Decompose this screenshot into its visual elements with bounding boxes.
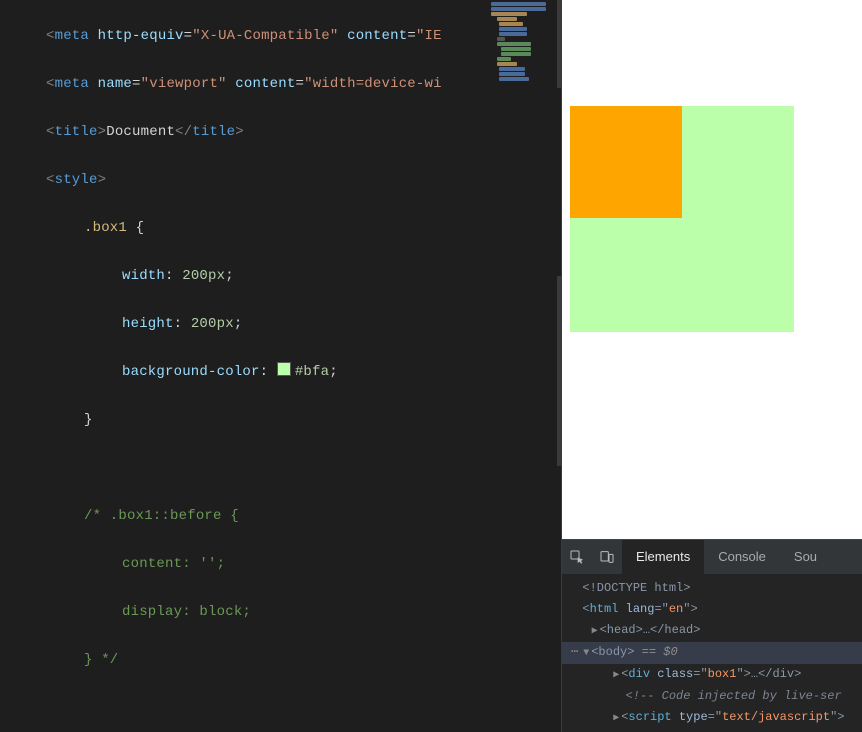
dom-head[interactable]: ▶<head>…</head> (562, 620, 862, 642)
preview-pane: Elements Console Sou <!DOCTYPE html> <ht… (561, 0, 862, 732)
expand-icon[interactable]: ▶ (611, 708, 621, 729)
dom-script[interactable]: ▶<script type="text/javascript"> (562, 707, 862, 729)
scroll-thumb[interactable] (557, 276, 561, 466)
code-line[interactable]: display: block; (12, 600, 561, 624)
expand-icon[interactable]: ▶ (611, 665, 621, 686)
tab-elements[interactable]: Elements (622, 540, 704, 574)
code-line[interactable] (12, 696, 561, 720)
code-line[interactable]: } (12, 408, 561, 432)
code-line[interactable]: <meta http-equiv="X-UA-Compatible" conte… (12, 24, 561, 48)
device-toggle-icon[interactable] (592, 540, 622, 574)
dom-comment[interactable]: <!-- Code injected by live-ser (562, 686, 862, 707)
code-line[interactable]: .box1 { (12, 216, 561, 240)
browser-preview[interactable] (562, 0, 862, 539)
devtools: Elements Console Sou <!DOCTYPE html> <ht… (562, 539, 862, 732)
dom-body[interactable]: ⋯▼<body> == $0 (562, 642, 862, 664)
dom-tree[interactable]: <!DOCTYPE html> <html lang="en"> ▶<head>… (562, 574, 862, 732)
tab-sources[interactable]: Sou (780, 540, 831, 574)
expand-icon[interactable]: ▶ (590, 621, 600, 642)
code-line[interactable]: } */ (12, 648, 561, 672)
code-line[interactable]: background-color: #bfa; (12, 360, 561, 384)
code-line[interactable]: /* .box1::before { (12, 504, 561, 528)
collapse-icon[interactable]: ▼ (581, 643, 591, 664)
code-line[interactable]: <meta name="viewport" content="width=dev… (12, 72, 561, 96)
code-line[interactable]: width: 200px; (12, 264, 561, 288)
code-line[interactable]: height: 200px; (12, 312, 561, 336)
color-swatch-icon[interactable] (277, 362, 291, 376)
tab-console[interactable]: Console (704, 540, 780, 574)
devtools-tabbar: Elements Console Sou (562, 540, 862, 574)
code-line[interactable]: <title>Document</title> (12, 120, 561, 144)
code-line[interactable]: content: ''; (12, 552, 561, 576)
preview-box2 (570, 106, 682, 218)
more-icon[interactable]: ⋯ (568, 645, 581, 659)
workspace: <meta http-equiv="X-UA-Compatible" conte… (0, 0, 862, 732)
dom-div[interactable]: ▶<div class="box1">…</div> (562, 664, 862, 686)
minimap-slider[interactable] (557, 0, 561, 88)
dom-html[interactable]: <html lang="en"> (562, 599, 862, 620)
inspect-icon[interactable] (562, 540, 592, 574)
code-editor[interactable]: <meta http-equiv="X-UA-Compatible" conte… (0, 0, 561, 732)
code-line[interactable] (12, 456, 561, 480)
code-content[interactable]: <meta http-equiv="X-UA-Compatible" conte… (0, 0, 561, 732)
minimap[interactable] (489, 0, 561, 88)
code-line[interactable]: <style> (12, 168, 561, 192)
dom-doctype[interactable]: <!DOCTYPE html> (562, 578, 862, 599)
